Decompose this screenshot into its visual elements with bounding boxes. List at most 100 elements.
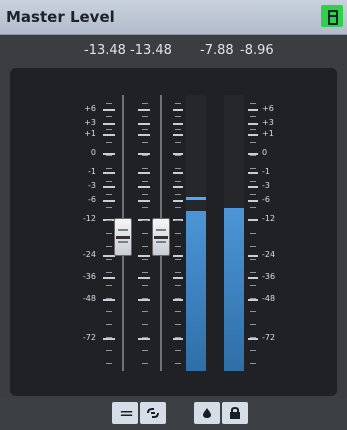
left-scale-label: -12 (82, 214, 96, 224)
link-button-label: = (119, 403, 135, 424)
minor-scale-tick (106, 155, 112, 156)
left-scale-tick (103, 277, 115, 280)
link-icon-button[interactable] (140, 402, 166, 424)
left-scale-label: -3 (88, 181, 96, 191)
minor-scale-tick (250, 363, 256, 364)
right-scale-label: -1 (262, 167, 270, 177)
minor-scale-tick (250, 194, 256, 195)
minor-scale-tick (250, 311, 256, 312)
minor-scale-tick (142, 298, 148, 299)
middle-scale-tick (138, 122, 150, 125)
minor-scale-tick (142, 220, 148, 221)
minor-scale-tick (250, 103, 256, 104)
minor-scale-tick (250, 285, 256, 286)
meter-scale-tick (173, 108, 183, 111)
minor-scale-tick (106, 129, 112, 130)
minor-scale-tick (175, 259, 181, 260)
minor-scale-tick (106, 259, 112, 260)
left-scale-label: -1 (88, 167, 96, 177)
right-scale-tick (248, 133, 258, 136)
left-scale-label: -36 (82, 272, 96, 282)
minor-scale-tick (250, 324, 256, 325)
minor-scale-tick (106, 181, 112, 182)
left-scale-label: -6 (88, 194, 96, 204)
right-scale-label: +6 (262, 103, 274, 113)
left-fader-handle[interactable] (114, 218, 132, 256)
right-scale-label: +1 (262, 128, 274, 138)
minor-scale-tick (175, 363, 181, 364)
minor-scale-tick (175, 350, 181, 351)
left-scale-label: +6 (84, 103, 96, 113)
right-scale-label: 0 (262, 147, 268, 157)
link-icon (147, 408, 159, 418)
minor-scale-tick (250, 142, 256, 143)
minor-scale-tick (106, 363, 112, 364)
middle-scale-tick (138, 133, 150, 136)
minor-scale-tick (250, 168, 256, 169)
minor-scale-tick (106, 246, 112, 247)
middle-scale-tick (138, 186, 150, 189)
drop-button[interactable] (194, 402, 220, 424)
minor-scale-tick (250, 207, 256, 208)
minor-scale-tick (175, 194, 181, 195)
minor-scale-tick (142, 103, 148, 104)
left-scale-tick (103, 337, 115, 340)
minor-scale-tick (142, 272, 148, 273)
middle-scale-tick (138, 172, 150, 175)
minor-scale-tick (106, 311, 112, 312)
right-scale-tick (248, 255, 258, 258)
meter-scale-tick (173, 133, 183, 136)
left-scale-label: -72 (82, 332, 96, 342)
minor-scale-tick (250, 116, 256, 117)
minor-scale-tick (106, 207, 112, 208)
pin-icon[interactable] (321, 5, 343, 27)
title-bar: Master Level (0, 0, 347, 35)
meter-scale-tick (173, 277, 183, 280)
left-scale-tick (103, 186, 115, 189)
minor-scale-tick (175, 155, 181, 156)
minor-scale-tick (175, 285, 181, 286)
minor-scale-tick (175, 233, 181, 234)
minor-scale-tick (142, 285, 148, 286)
right-fader-handle[interactable] (152, 218, 170, 256)
right-scale-label: -48 (262, 294, 276, 304)
window-title: Master Level (6, 8, 115, 26)
middle-scale-tick (138, 299, 150, 302)
left-scale-tick (103, 172, 115, 175)
right-scale-label: -12 (262, 214, 276, 224)
minor-scale-tick (175, 311, 181, 312)
middle-scale-tick (138, 277, 150, 280)
minor-scale-tick (106, 233, 112, 234)
left-peak-indicator (186, 197, 206, 201)
left-scale-tick (103, 255, 115, 258)
right-scale-tick (248, 108, 258, 111)
link-button[interactable]: = (112, 402, 138, 424)
right-meter-readout: -8.96 (240, 43, 274, 58)
minor-scale-tick (250, 246, 256, 247)
minor-scale-tick (106, 168, 112, 169)
lock-button[interactable] (222, 402, 248, 424)
minor-scale-tick (142, 246, 148, 247)
meter-scale-tick (173, 186, 183, 189)
meter-scale-tick (173, 122, 183, 125)
minor-scale-tick (142, 129, 148, 130)
meter-scale-tick (173, 337, 183, 340)
left-scale-label: -48 (82, 294, 96, 304)
minor-scale-tick (250, 272, 256, 273)
meter-scale-tick (173, 172, 183, 175)
meter-area: +6 +3 +1 0 -1 -3 -6 -12 -24 -36 -48 -72 +6 +3 +1 0 -1 -3… (10, 68, 337, 396)
right-peak-readout: -13.48 (130, 43, 172, 58)
left-scale-label: +3 (84, 117, 96, 127)
minor-scale-tick (175, 337, 181, 338)
meter-scale-tick (173, 255, 183, 258)
minor-scale-tick (175, 272, 181, 273)
right-scale-tick (248, 277, 258, 280)
minor-scale-tick (175, 103, 181, 104)
left-meter-readout: -7.88 (200, 43, 234, 58)
left-scale-label: +1 (84, 128, 96, 138)
left-scale-label: 0 (90, 147, 96, 157)
right-scale-tick (248, 122, 258, 125)
minor-scale-tick (175, 298, 181, 299)
left-scale-tick (103, 122, 115, 125)
minor-scale-tick (106, 298, 112, 299)
